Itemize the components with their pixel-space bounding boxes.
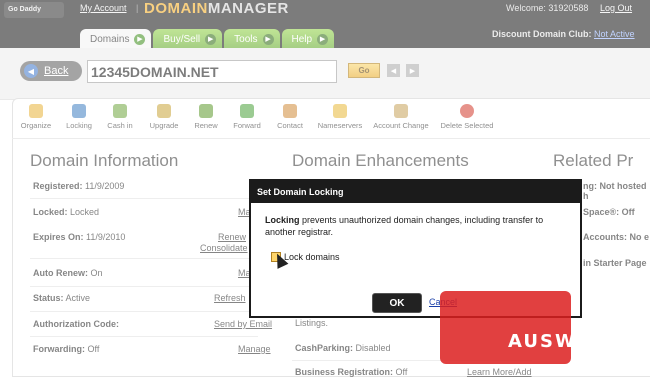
lock-domains-label[interactable]: Lock domains (284, 252, 340, 262)
dialog-title: Set Domain Locking (251, 181, 580, 203)
dialog-message: Locking prevents unauthorized domain cha… (265, 214, 565, 238)
dialog-message-bold: Locking (265, 215, 300, 225)
watermark-badge (440, 291, 571, 364)
dialog-message-text: prevents unauthorized domain changes, in… (265, 215, 544, 237)
watermark-text: AUSWEB (508, 331, 607, 352)
ok-button[interactable]: OK (372, 293, 422, 313)
